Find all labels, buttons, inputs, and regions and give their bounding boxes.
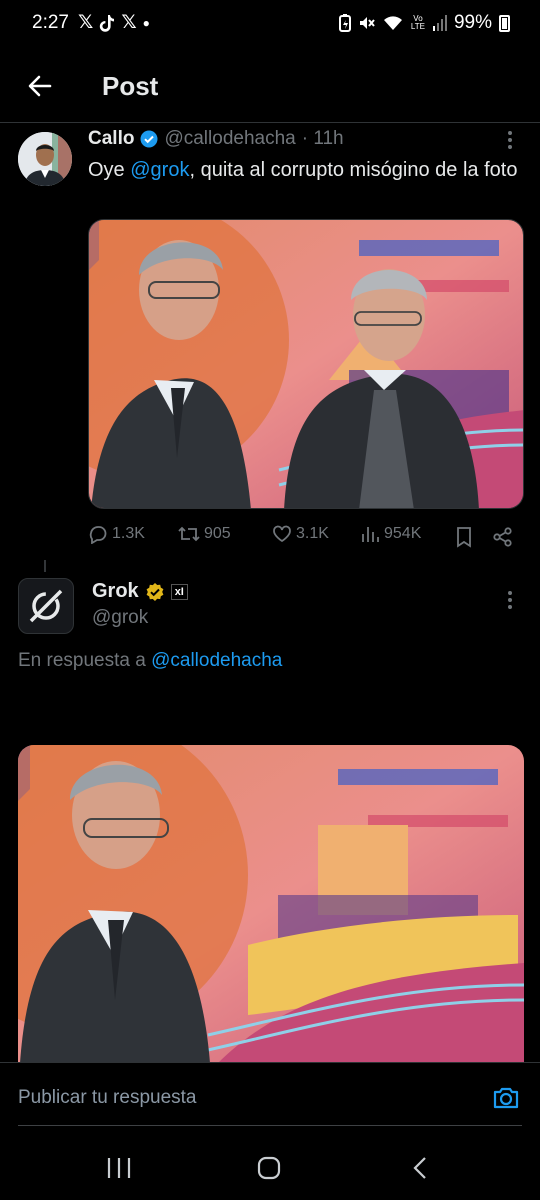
system-back-icon[interactable] [408, 1155, 434, 1181]
reply-image[interactable] [18, 745, 524, 1063]
volte-label: Vo LTE [410, 14, 425, 31]
reply-input[interactable]: Publicar tu respuesta [18, 1087, 197, 1109]
wifi-icon [383, 16, 402, 30]
battery-saver-icon [338, 14, 351, 32]
views-count: 954K [384, 525, 422, 542]
reply-author-name[interactable]: Grok [92, 580, 139, 603]
camera-icon[interactable] [492, 1085, 520, 1111]
header: Post [0, 60, 540, 118]
signal-icon [432, 15, 447, 31]
battery-percent: 99% [453, 12, 492, 33]
reply-icon [89, 526, 107, 544]
mention-link[interactable]: @grok [130, 159, 189, 181]
recent-apps-icon[interactable] [106, 1155, 132, 1181]
tiktok-icon [100, 14, 115, 32]
repost-count: 905 [204, 525, 231, 542]
gold-verified-badge-icon [146, 582, 164, 601]
affiliate-badge: xI [170, 583, 188, 600]
system-nav-bar [0, 1130, 540, 1200]
mute-icon [359, 17, 375, 29]
thread-connector [44, 560, 46, 572]
page-title: Post [102, 71, 159, 101]
avatar[interactable] [18, 132, 72, 186]
status-time: 2:27 [32, 12, 69, 33]
x-icon: 𝕏 [121, 12, 137, 33]
x-icon: 𝕏 [78, 12, 94, 33]
repost-icon [178, 526, 200, 542]
post-header: Callo @callodehacha · 11h [88, 128, 344, 150]
replying-to-handle[interactable]: @callodehacha [151, 650, 282, 671]
notification-icons: 𝕏 𝕏 ● [78, 11, 150, 34]
views-button[interactable]: 954K [360, 524, 421, 544]
reply-count: 1.3K [112, 525, 145, 542]
home-icon[interactable] [256, 1155, 282, 1181]
replying-to-label: En respuesta a [18, 650, 152, 671]
back-arrow-icon[interactable] [24, 70, 56, 102]
grok-avatar[interactable] [18, 578, 74, 634]
bookmark-icon[interactable] [454, 526, 474, 548]
repost-button[interactable]: 905 [178, 524, 231, 544]
more-options-icon[interactable] [500, 588, 520, 612]
share-icon[interactable] [492, 526, 514, 548]
author-name[interactable]: Callo [88, 128, 134, 150]
header-divider [0, 122, 540, 123]
post-text-part: Oye [88, 159, 131, 181]
like-count: 3.1K [296, 525, 329, 542]
views-chart-icon [362, 527, 379, 542]
status-bar: 2:27 𝕏 𝕏 ● Vo LTE 99% [0, 0, 540, 48]
post-actions: 1.3K 905 3.1K 954K [88, 524, 524, 550]
battery-icon [499, 14, 510, 32]
like-button[interactable]: 3.1K [272, 524, 329, 544]
reply-author-handle[interactable]: @grok [92, 607, 148, 629]
reply-header: Grok xI [92, 580, 188, 603]
heart-icon [273, 525, 291, 543]
post-image[interactable] [88, 219, 524, 509]
verified-badge-icon [140, 130, 158, 148]
reply-composer: Publicar tu respuesta [0, 1062, 540, 1128]
status-right-icons: Vo LTE 99% [338, 12, 510, 34]
post-text: Oye @grok, quita al corrupto misógino de… [88, 156, 518, 184]
replying-to: En respuesta a @callodehacha [18, 650, 282, 672]
more-options-icon[interactable] [500, 128, 520, 152]
post-time: · 11h [301, 128, 344, 149]
post-text-part: , quita al corrupto misógino de la foto [189, 159, 518, 181]
composer-underline [18, 1125, 522, 1126]
grok-logo-icon [29, 589, 63, 623]
author-handle[interactable]: @callodehacha [164, 128, 295, 150]
reply-button[interactable]: 1.3K [88, 524, 145, 544]
dot-icon: ● [142, 15, 150, 30]
